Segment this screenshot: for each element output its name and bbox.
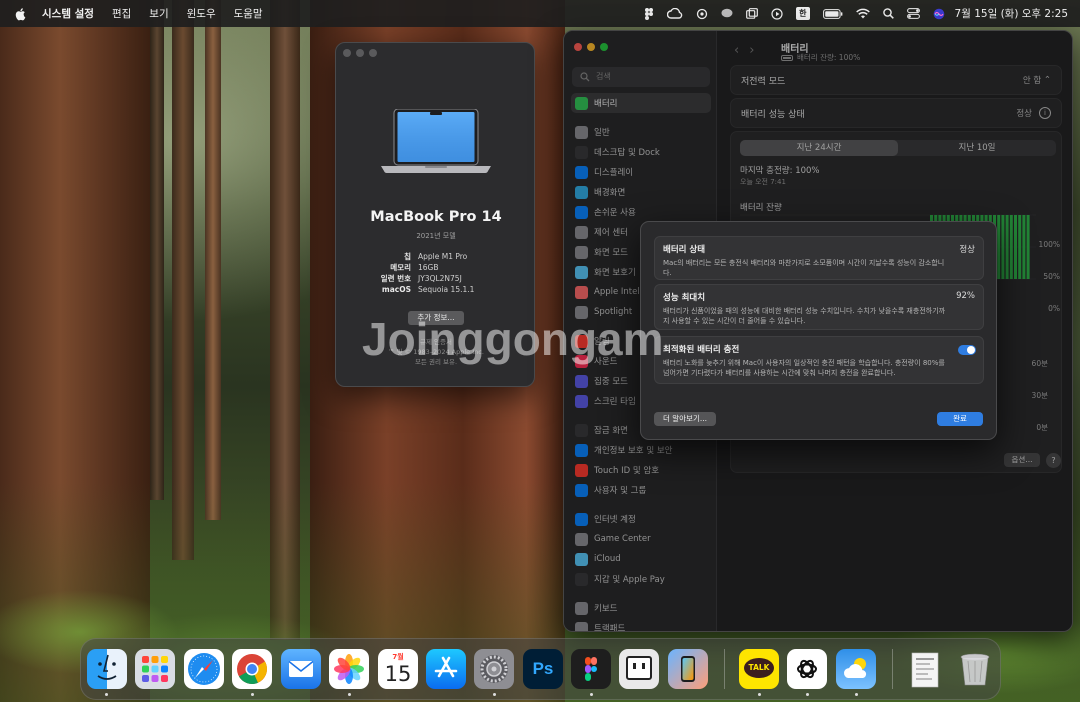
model-name: MacBook Pro 14 <box>370 209 502 225</box>
learn-more-button[interactable]: 더 알아보기... <box>654 412 716 426</box>
spec-key: 일련 번호 <box>380 274 411 283</box>
spec-row-macos: macOS Sequoia 15.1.1 <box>336 284 536 295</box>
photos-icon[interactable] <box>329 649 369 689</box>
capacity-value: 92% <box>956 291 975 301</box>
spec-value: JY3QL2N75J <box>418 274 462 283</box>
siri-icon[interactable] <box>933 8 945 20</box>
control-center-icon[interactable] <box>906 8 920 19</box>
trash-icon[interactable] <box>955 649 995 689</box>
tree-trunk <box>172 0 194 560</box>
dock-separator <box>724 649 725 689</box>
optimized-description: 배터리 노화를 늦추기 위해 Mac이 사용자의 일상적인 충전 패턴을 학습합… <box>663 359 945 377</box>
spec-row-memory: 메모리 16GB <box>336 262 536 273</box>
play-icon[interactable] <box>771 7 783 20</box>
safari-icon[interactable] <box>184 649 224 689</box>
calendar-day: 15 <box>384 662 412 686</box>
max-capacity-card: 성능 최대치 92% 배터리가 신품이었을 때의 성능에 대비한 배터리 성능 수… <box>654 284 984 330</box>
chrome-icon[interactable] <box>232 649 272 689</box>
dock: 7월 15 Ps TALK <box>80 638 1001 700</box>
zoom-button[interactable] <box>369 49 377 57</box>
model-year: 2021년 모델 <box>416 232 456 240</box>
calendar-icon[interactable]: 7월 15 <box>378 649 418 689</box>
health-status-card: 배터리 상태 정상 Mac의 배터리는 모든 충전식 배터리와 마찬가지로 소모품… <box>654 236 984 280</box>
finder-icon[interactable] <box>87 649 127 689</box>
message-bubble-icon[interactable] <box>721 8 733 19</box>
running-indicator <box>590 693 593 696</box>
optimized-charging-card: 최적화된 배터리 충전 배터리 노화를 늦추기 위해 Mac이 사용자의 일상적… <box>654 336 984 384</box>
menu-edit[interactable]: 편집 <box>112 6 131 21</box>
spec-key: 칩 <box>404 252 411 261</box>
running-indicator <box>105 693 108 696</box>
running-indicator <box>806 693 809 696</box>
mail-icon[interactable] <box>281 649 321 689</box>
status-area: 한 7월 15일 (화) 오후 2:25 <box>631 0 1068 27</box>
health-status-value: 정상 <box>959 245 975 255</box>
figma-icon[interactable] <box>571 649 611 689</box>
system-settings-icon[interactable] <box>474 649 514 689</box>
wifi-icon[interactable] <box>855 8 870 19</box>
window-switcher-icon[interactable] <box>746 8 759 19</box>
minimize-button[interactable] <box>356 49 364 57</box>
window-controls <box>343 49 382 57</box>
spec-key: macOS <box>381 285 411 294</box>
optimized-title: 최적화된 배터리 충전 <box>663 345 740 355</box>
photoshop-icon[interactable]: Ps <box>523 649 563 689</box>
tree-trunk <box>205 0 221 520</box>
search-icon[interactable] <box>882 8 894 19</box>
battery-health-sheet: 배터리 상태 정상 Mac의 배터리는 모든 충전식 배터리와 마찬가지로 소모품… <box>640 221 997 440</box>
input-source-icon[interactable]: 한 <box>796 7 810 20</box>
dock-separator <box>892 649 893 689</box>
pixel-face-app-icon[interactable] <box>619 649 659 689</box>
running-indicator <box>251 693 254 696</box>
done-button[interactable]: 완료 <box>937 412 983 426</box>
menu-app-name[interactable]: 시스템 설정 <box>42 6 94 21</box>
spec-list: 칩 Apple M1 Pro 메모리 16GB 일련 번호 JY3QL2N75J ma… <box>336 251 536 295</box>
optimized-charging-toggle[interactable] <box>958 345 976 355</box>
spec-value: Sequoia 15.1.1 <box>418 285 475 294</box>
chatgpt-menu-icon[interactable] <box>696 8 708 20</box>
kakaotalk-label: TALK <box>744 658 774 678</box>
running-indicator <box>348 693 351 696</box>
capacity-title: 성능 최대치 <box>663 293 706 303</box>
calendar-month: 7월 <box>392 653 404 661</box>
spec-key: 메모리 <box>390 263 411 272</box>
creative-cloud-icon[interactable] <box>667 8 683 19</box>
running-indicator <box>855 693 858 696</box>
running-indicator <box>493 693 496 696</box>
tree-trunk <box>150 0 164 500</box>
downloads-stack-icon[interactable] <box>906 649 946 689</box>
menu-help[interactable]: 도움말 <box>234 6 263 21</box>
menu-view[interactable]: 보기 <box>149 6 168 21</box>
close-button[interactable] <box>343 49 351 57</box>
spec-value: 16GB <box>418 263 439 272</box>
running-indicator <box>758 693 761 696</box>
apple-logo-icon[interactable] <box>14 7 28 21</box>
health-description: Mac의 배터리는 모든 충전식 배터리와 마찬가지로 소모품이며 시간이 지날… <box>663 259 945 277</box>
capacity-description: 배터리가 신품이었을 때의 성능에 대비한 배터리 성능 수치입니다. 수치가 … <box>663 307 946 325</box>
weather-icon[interactable] <box>836 649 876 689</box>
menu-bar: 시스템 설정 편집 보기 윈도우 도움말 한 7월 15일 (화) 오후 2:2… <box>0 0 1080 27</box>
photoshop-label: Ps <box>532 659 554 678</box>
spec-row-chip: 칩 Apple M1 Pro <box>336 251 536 262</box>
health-title: 배터리 상태 <box>663 245 706 255</box>
spec-value: Apple M1 Pro <box>418 252 468 261</box>
kakaotalk-icon[interactable]: TALK <box>739 649 779 689</box>
app-store-icon[interactable] <box>426 649 466 689</box>
menu-window[interactable]: 윈도우 <box>187 6 216 21</box>
spec-row-serial: 일련 번호 JY3QL2N75J <box>336 273 536 284</box>
figma-menu-icon[interactable] <box>644 7 654 20</box>
chatgpt-icon[interactable] <box>787 649 827 689</box>
launchpad-icon[interactable] <box>135 649 175 689</box>
macbook-illustration-icon <box>381 109 491 174</box>
iphone-mirroring-icon[interactable] <box>668 649 708 689</box>
watermark-text: Joinggongam <box>362 313 664 365</box>
menubar-clock[interactable]: 7월 15일 (화) 오후 2:25 <box>955 6 1068 21</box>
battery-icon[interactable] <box>822 8 843 19</box>
